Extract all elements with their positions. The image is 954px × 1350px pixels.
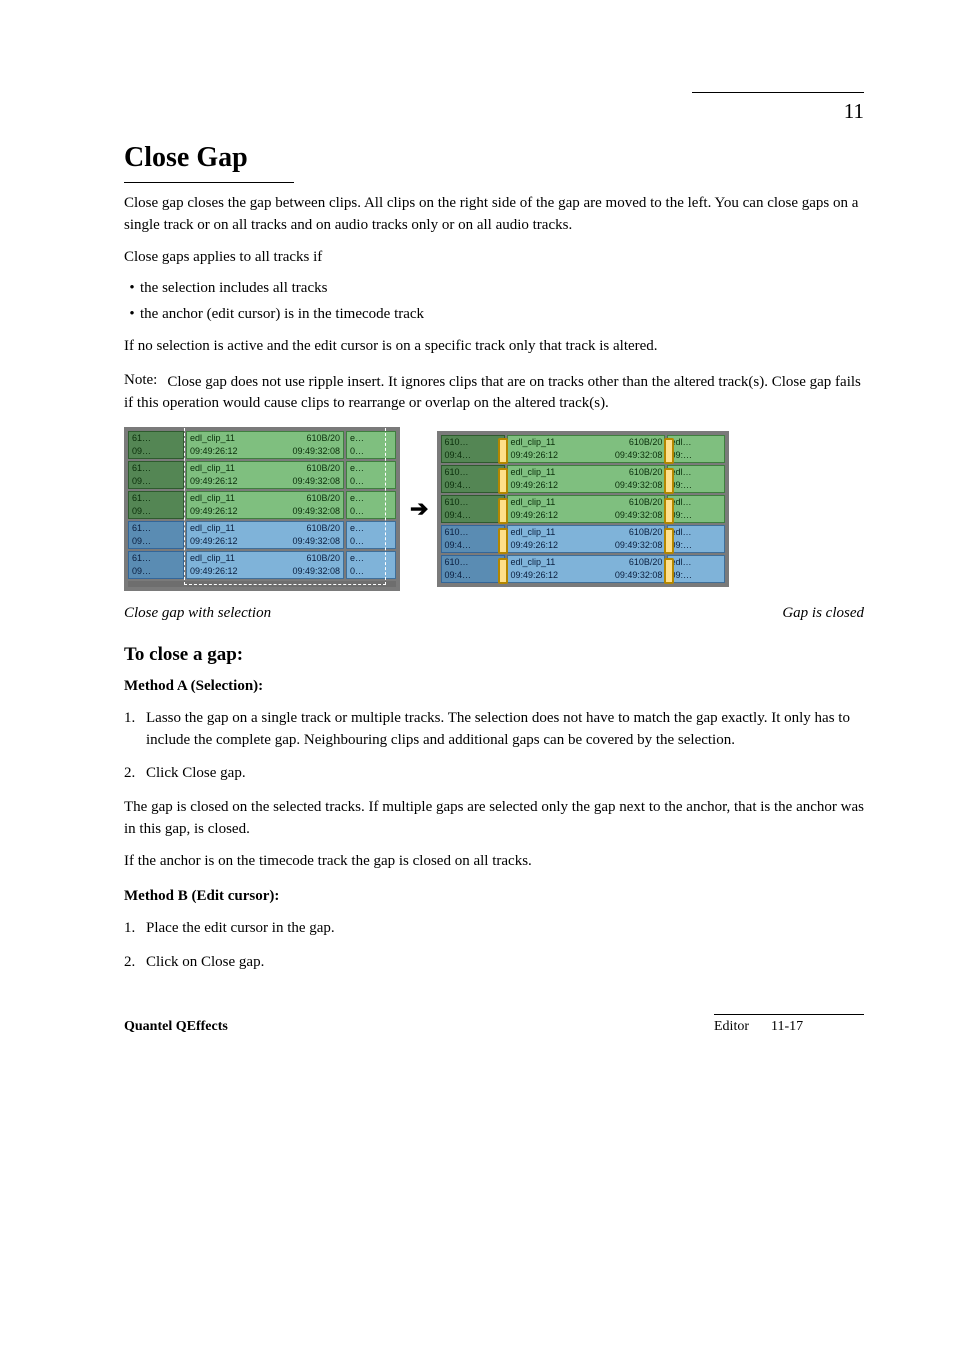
arrow-icon: ➔ xyxy=(410,496,427,522)
chapter-rule xyxy=(692,92,864,93)
precond-item: •the selection includes all tracks xyxy=(124,278,864,300)
title-underline xyxy=(124,182,294,183)
method-a-result-video: If the anchor is on the timecode track t… xyxy=(124,851,864,873)
chapter-number: 11 xyxy=(124,99,864,124)
figure: 610A/2009:49:09:18 edl_clip_11610B/2009:… xyxy=(124,427,864,591)
steps-heading: To close a gap: xyxy=(124,644,864,666)
precond-lead: Close gaps applies to all tracks if xyxy=(124,247,864,269)
timeline-before: 610A/2009:49:09:18 edl_clip_11610B/2009:… xyxy=(124,427,400,591)
figure-captions: Close gap with selection Gap is closed xyxy=(124,605,864,622)
precond-trailing: If no selection is active and the edit c… xyxy=(124,336,864,358)
cursor-marker-icon xyxy=(498,468,508,494)
cursor-marker-icon xyxy=(664,558,674,584)
page-footer: Quantel QEffects Editor11-17 xyxy=(124,1014,864,1035)
method-a-steps: 1.Lasso the gap on a single track or mul… xyxy=(124,708,864,785)
precond-item: •the anchor (edit cursor) is in the time… xyxy=(124,304,864,326)
cursor-marker-icon xyxy=(664,498,674,524)
cursor-marker-icon xyxy=(664,438,674,464)
method-a-title: Method A (Selection): xyxy=(124,676,864,698)
cursor-marker-icon xyxy=(664,468,674,494)
cursor-marker-icon xyxy=(664,528,674,554)
note-block: Note: Close gap does not use ripple inse… xyxy=(124,372,864,416)
cursor-marker-icon xyxy=(498,498,508,524)
cursor-marker-icon xyxy=(498,558,508,584)
cursor-marker-icon xyxy=(498,438,508,464)
cursor-marker-icon xyxy=(498,528,508,554)
method-a-result-audio: The gap is closed on the selected tracks… xyxy=(124,797,864,841)
method-b-title: Method B (Edit cursor): xyxy=(124,886,864,908)
page-title: Close Gap xyxy=(124,142,864,174)
method-b-steps: 1.Place the edit cursor in the gap. 2.Cl… xyxy=(124,918,864,974)
intro-paragraph: Close gap closes the gap between clips. … xyxy=(124,193,864,237)
timeline-after: 610A/2009:49:09:18 edl_clip_11610B/2009:… xyxy=(437,431,729,587)
